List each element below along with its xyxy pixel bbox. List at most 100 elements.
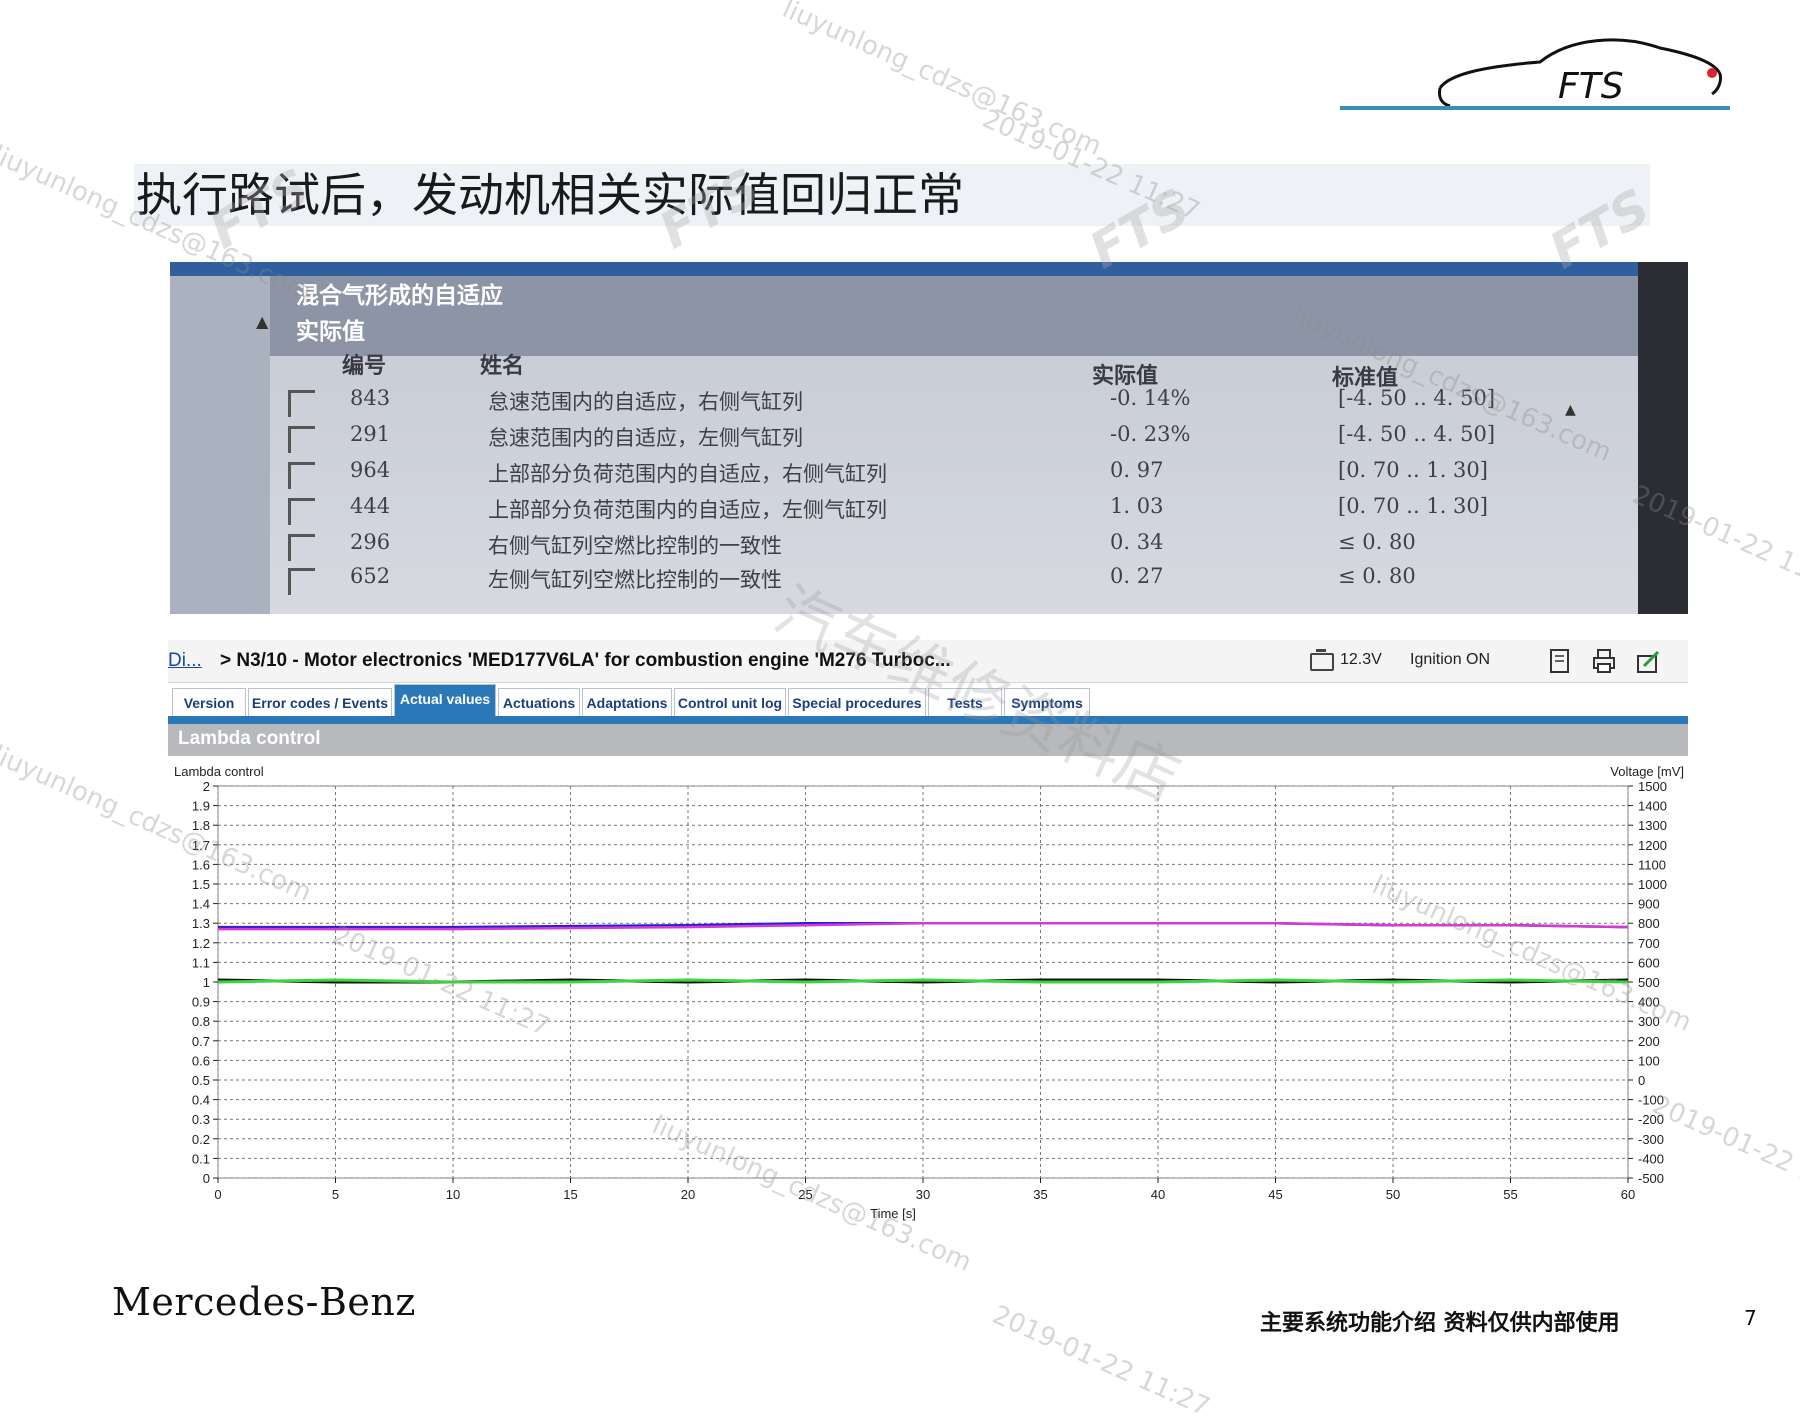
row-standard: [0. 70 .. 1. 30] [1338, 494, 1488, 518]
adaptation-table-photo: ▲ ▲ 混合气形成的自适应 实际值 编号 姓名 实际值 标准值 843 怠速范围… [170, 262, 1688, 614]
y2-tick-label: 400 [1638, 995, 1660, 1010]
row-name: 怠速范围内的自适应，左侧气缸列 [488, 426, 803, 450]
y2-tick-label: -400 [1638, 1151, 1664, 1166]
col-header-name: 姓名 [480, 353, 525, 379]
x-tick-label: 5 [332, 1187, 339, 1202]
watermark-timestamp: 2019-01-22 11:27 [987, 1300, 1215, 1423]
row-checkbox [288, 568, 315, 595]
row-standard: [0. 70 .. 1. 30] [1338, 458, 1488, 482]
y-tick-label: 0.5 [192, 1073, 210, 1088]
row-actual: 0. 97 [1110, 458, 1164, 482]
y-tick-label: 1.5 [192, 877, 210, 892]
app-header-bar: Di... > N3/10 - Motor electronics 'MED17… [168, 640, 1688, 683]
y2-tick-label: 100 [1638, 1053, 1660, 1068]
y-tick-label: 1.6 [192, 857, 210, 872]
logo-underline [1340, 106, 1730, 110]
row-name: 上部部分负荷范围内的自适应，右侧气缸列 [488, 462, 887, 486]
x-tick-label: 15 [563, 1187, 577, 1202]
y2-tick-label: 0 [1638, 1073, 1645, 1088]
page-number: 7 [1744, 1306, 1757, 1330]
watermark-email: liuyunlong_cdzs@163.com [777, 0, 1106, 163]
battery-voltage: 12.3V [1340, 651, 1382, 668]
ignition-status: Ignition ON [1410, 651, 1491, 668]
y-tick-label: 0.1 [192, 1151, 210, 1166]
y-tick-label: 1.8 [192, 818, 210, 833]
row-actual: 0. 27 [1110, 564, 1164, 588]
y2-tick-label: -500 [1638, 1171, 1664, 1186]
y-tick-label: 0.9 [192, 995, 210, 1010]
photo-left-panel [170, 276, 270, 614]
y-tick-label: 0.7 [192, 1034, 210, 1049]
table-row: 843 怠速范围内的自适应，右侧气缸列 -0. 14% [-4. 50 .. 4… [288, 384, 1668, 418]
row-name: 上部部分负荷范围内的自适应，左侧气缸列 [488, 498, 887, 522]
row-number: 652 [350, 564, 391, 588]
table-row: 964 上部部分负荷范围内的自适应，右侧气缸列 0. 97 [0. 70 .. … [288, 456, 1668, 490]
y-tick-label: 0.3 [192, 1112, 210, 1127]
y2-tick-label: 300 [1638, 1014, 1660, 1029]
breadcrumb-link[interactable]: Di... [168, 650, 202, 672]
y2-tick-label: 1100 [1638, 857, 1666, 872]
x-tick-label: 30 [916, 1187, 930, 1202]
y-tick-label: 1.9 [192, 799, 210, 814]
tab-actuations[interactable]: Actuations [498, 688, 580, 717]
row-standard: ≤ 0. 80 [1338, 564, 1416, 588]
row-number: 964 [350, 458, 391, 482]
x-tick-label: 10 [446, 1187, 460, 1202]
y-tick-label: 0.4 [192, 1093, 210, 1108]
scroll-up-icon: ▲ [256, 312, 269, 331]
y2-tick-label: 1500 [1638, 779, 1667, 794]
edit-icon[interactable] [1636, 648, 1660, 674]
y2-tick-label: 1200 [1638, 838, 1667, 853]
section-header-bar [168, 724, 1688, 756]
row-standard: [-4. 50 .. 4. 50] [1338, 386, 1496, 410]
diagnostic-app-window: Di... > N3/10 - Motor electronics 'MED17… [168, 640, 1688, 1290]
x-tick-label: 25 [798, 1187, 812, 1202]
table-row: 652 左侧气缸列空燃比控制的一致性 0. 27 ≤ 0. 80 [288, 562, 1668, 596]
logo-text: FTS [1558, 66, 1624, 107]
x-axis-label: Time [s] [870, 1206, 916, 1221]
row-actual: 0. 34 [1110, 530, 1164, 554]
fts-logo: FTS [1438, 38, 1722, 108]
table-row: 291 怠速范围内的自适应，左侧气缸列 -0. 23% [-4. 50 .. 4… [288, 420, 1668, 454]
photo-section-title: 混合气形成的自适应 [296, 282, 503, 309]
x-tick-label: 40 [1151, 1187, 1165, 1202]
x-tick-label: 60 [1621, 1187, 1635, 1202]
x-tick-label: 20 [681, 1187, 695, 1202]
y-tick-label: 1 [203, 975, 210, 990]
row-name: 怠速范围内的自适应，右侧气缸列 [488, 390, 803, 414]
y-tick-label: 1.2 [192, 936, 210, 951]
tab-version[interactable]: Version [172, 688, 246, 717]
row-name: 左侧气缸列空燃比控制的一致性 [488, 568, 782, 592]
brand-wordmark: Mercedes-Benz [112, 1280, 416, 1324]
y-axis-label: Lambda control [174, 764, 264, 779]
y2-axis-label: Voltage [mV] [1610, 764, 1684, 779]
x-tick-label: 50 [1386, 1187, 1400, 1202]
x-tick-label: 35 [1033, 1187, 1047, 1202]
print-icon[interactable] [1592, 648, 1616, 674]
y2-tick-label: 1000 [1638, 877, 1667, 892]
y2-tick-label: 700 [1638, 936, 1660, 951]
y-tick-label: 0 [203, 1171, 210, 1186]
tab-special-procedures[interactable]: Special procedures [788, 688, 926, 717]
y2-tick-label: 1300 [1638, 818, 1667, 833]
document-icon[interactable] [1548, 648, 1572, 674]
row-actual: -0. 14% [1110, 386, 1191, 410]
y-tick-label: 0.8 [192, 1014, 210, 1029]
tab-control-unit-log[interactable]: Control unit log [674, 688, 786, 717]
y2-tick-label: 1400 [1638, 799, 1667, 814]
tab-tests[interactable]: Tests [928, 688, 1002, 717]
row-number: 291 [350, 422, 391, 446]
y2-tick-label: 200 [1638, 1034, 1660, 1049]
table-row: 296 右侧气缸列空燃比控制的一致性 0. 34 ≤ 0. 80 [288, 528, 1668, 562]
tab-symptoms[interactable]: Symptoms [1004, 688, 1090, 717]
tab-error-codes[interactable]: Error codes / Events [248, 688, 392, 717]
tab-adaptations[interactable]: Adaptations [582, 688, 672, 717]
y2-tick-label: -300 [1638, 1132, 1664, 1147]
footer-note: 主要系统功能介绍 资料仅供内部使用 [1260, 1311, 1620, 1336]
lambda-control-chart: 0 5 10 15 20 25 30 35 40 45 50 55 6000.10.20.30.40.5… [174, 764, 1684, 1221]
y-tick-label: 0.6 [192, 1053, 210, 1068]
tab-actual-values[interactable]: Actual values [394, 684, 496, 717]
y-tick-label: 1.7 [192, 838, 210, 853]
x-tick-label: 45 [1268, 1187, 1282, 1202]
slide-title: 执行路试后，发动机相关实际值回归正常 [136, 168, 964, 222]
